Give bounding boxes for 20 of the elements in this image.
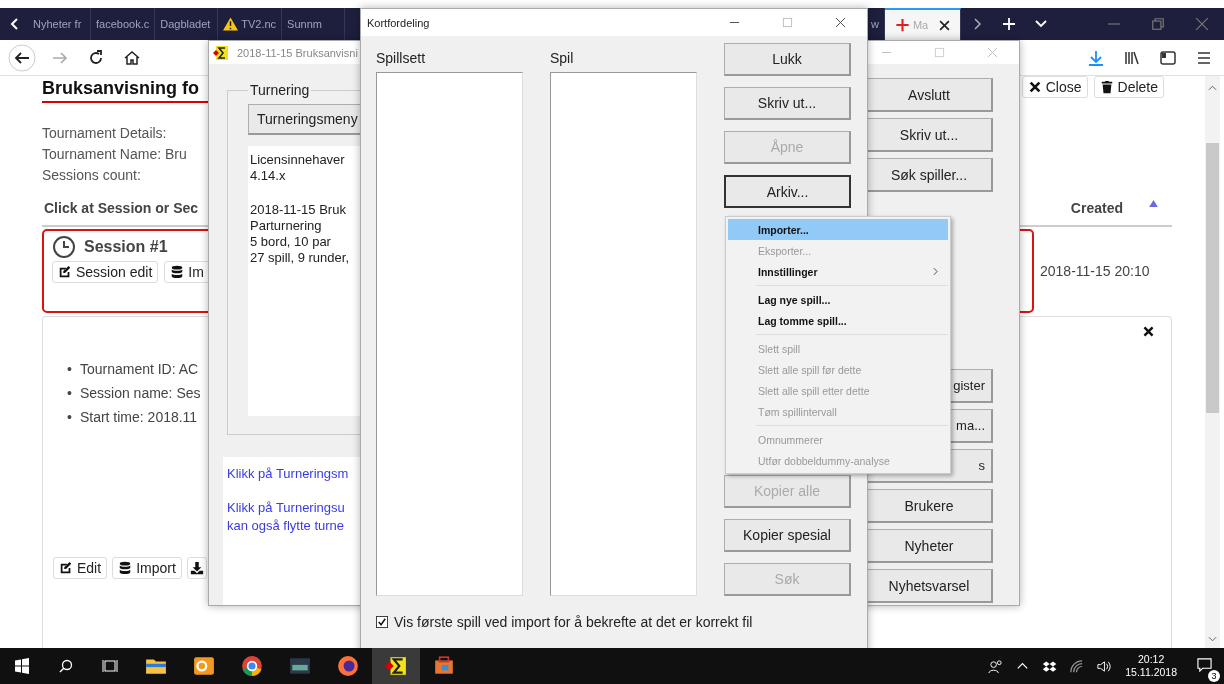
detail-text: Tournament Name: Bru [42,145,187,164]
detail-item: Tournament ID: AC [79,360,199,379]
bullet-mark: • [67,360,72,379]
detail-text: Sessions count: [42,166,141,185]
list-label: Spillsett [376,50,427,68]
window-title: 2018-11-15 Bruksanvisni [237,46,358,59]
notification-count: 3 [1208,669,1220,682]
bullet-mark: • [67,408,72,427]
info-text: Licensinnehaver 4.14.x [250,152,346,184]
session-title: Session #1 [84,238,168,256]
group-title: Turnering [249,82,311,98]
bullet-mark: • [67,384,72,403]
list-label: Spil [550,50,575,68]
instruction-text: Click at Session or Sec [44,200,199,216]
detail-item: Start time: 2018.11 [79,408,198,427]
window-title: Kortfordeling [367,16,430,29]
detail-item: Session name: Ses [79,384,201,403]
created-date: 2018-11-15 20:10 [1040,263,1150,279]
info-text: 2018-11-15 Bruk Parturnering 5 bord, 10 par 27 spill, 9 runder, [250,202,350,266]
detail-text: Tournament Details: [42,124,167,143]
